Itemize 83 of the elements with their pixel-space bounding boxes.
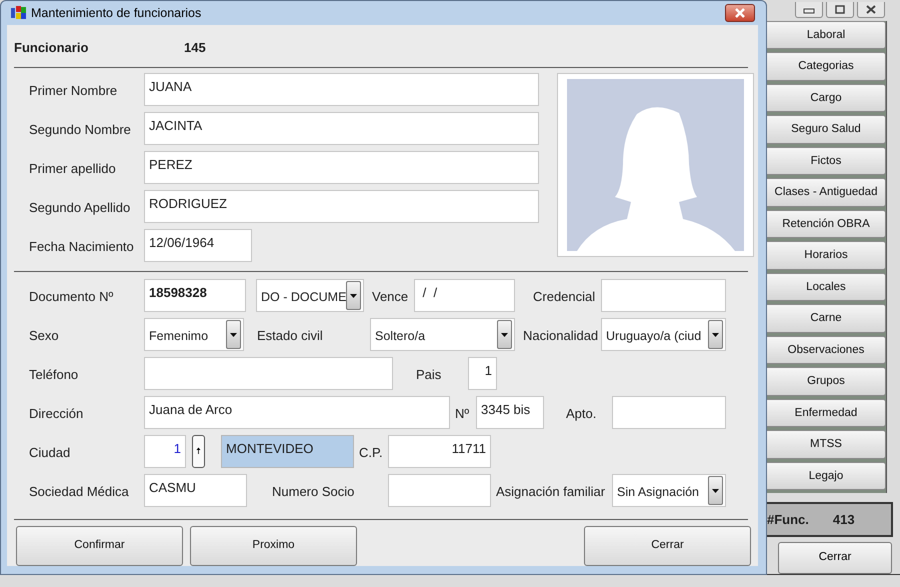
side-button[interactable]: Observaciones (767, 336, 886, 364)
field-label: Estado civil (257, 327, 324, 345)
text-field[interactable]: 11711 (388, 435, 491, 468)
field-label: Apto. (566, 405, 598, 423)
caret-icon (350, 294, 358, 298)
text-field[interactable]: Juana de Arco (144, 396, 450, 429)
lookup-button[interactable]: 🠅 (192, 435, 205, 468)
action-button[interactable]: Proximo (190, 526, 357, 566)
text-field[interactable] (601, 279, 726, 312)
text-field[interactable]: PEREZ (144, 151, 539, 184)
close-button[interactable]: Cerrar (778, 542, 892, 574)
side-button[interactable]: Cargo (767, 84, 886, 112)
text-field[interactable]: CASMU (144, 474, 247, 507)
text-field[interactable]: 1 (468, 357, 497, 390)
dropdown[interactable]: Soltero/a (370, 318, 515, 351)
field-label: Segundo Apellido (29, 199, 132, 217)
text-field[interactable] (144, 357, 393, 390)
maximize-button[interactable] (826, 2, 854, 18)
maximize-icon (834, 5, 846, 14)
counter-label: #Func. (767, 510, 809, 529)
caret-icon (230, 332, 237, 336)
side-button[interactable]: Clases - Antiguedad (767, 178, 886, 207)
employee-number: 145 (184, 39, 206, 58)
dropdown[interactable]: Uruguayo/a (ciud (601, 318, 726, 351)
text-field[interactable]: 1 (144, 435, 186, 468)
field-label: Teléfono (29, 366, 80, 384)
caret-icon (712, 488, 719, 492)
field-label: Primer Nombre (29, 82, 118, 100)
field-label: Credencial (533, 288, 596, 306)
app-icon (11, 6, 27, 20)
text-field[interactable]: 18598328 (144, 279, 246, 312)
field-label: Sociedad Médica (29, 483, 130, 501)
field-label: Nº (455, 405, 470, 423)
text-field[interactable]: / / (414, 279, 515, 312)
minimize-button[interactable] (795, 2, 823, 18)
close-icon (865, 5, 877, 14)
field-label: C.P. (359, 444, 384, 462)
caret-icon (712, 332, 719, 336)
caret-icon (501, 332, 508, 336)
dropdown[interactable]: DO - DOCUME (256, 279, 364, 312)
minimize-icon (803, 6, 815, 14)
field-label: Pais (416, 366, 442, 384)
side-button[interactable]: Carne (767, 304, 886, 333)
lookup-field[interactable]: MONTEVIDEO (221, 435, 354, 468)
side-button[interactable]: Seguro Salud (767, 115, 886, 144)
side-button[interactable]: Horarios (767, 241, 886, 270)
field-label: Documento Nº (29, 288, 114, 306)
dropdown[interactable]: Sin Asignación (612, 474, 726, 507)
text-field[interactable] (612, 396, 726, 429)
close-icon (734, 8, 746, 18)
side-button[interactable]: Retención OBRA (767, 210, 886, 238)
text-field[interactable]: RODRIGUEZ (144, 190, 539, 223)
side-button[interactable]: Grupos (767, 367, 886, 396)
field-label: Fecha Nacimiento (29, 238, 135, 256)
text-field[interactable]: 3345 bis (476, 396, 544, 429)
side-button[interactable]: Locales (767, 272, 886, 302)
side-button[interactable]: Fictos (767, 146, 886, 176)
text-field[interactable]: JUANA (144, 73, 539, 106)
field-label: Funcionario (14, 39, 90, 58)
side-button[interactable]: MTSS (767, 430, 886, 459)
field-label: Sexo (29, 327, 60, 345)
text-field[interactable] (388, 474, 491, 507)
window-title: Mantenimiento de funcionarios (31, 4, 202, 22)
field-label: Vence (372, 288, 410, 306)
side-button[interactable]: Categorias (767, 52, 886, 81)
counter-value: 413 (832, 510, 855, 529)
close-button[interactable]: Cerrar (584, 526, 751, 566)
close-button[interactable] (725, 4, 755, 22)
side-button[interactable]: Enfermedad (767, 398, 886, 428)
text-field[interactable]: JACINTA (144, 112, 539, 145)
field-label: Asignación familiar (496, 483, 606, 501)
side-button[interactable]: Legajo (767, 462, 886, 490)
field-label: Numero Socio (272, 483, 356, 501)
field-label: Nacionalidad (523, 327, 600, 345)
side-button[interactable]: Laboral (767, 20, 886, 50)
dropdown[interactable]: Femenimo (144, 318, 244, 351)
close-button[interactable] (857, 2, 885, 18)
field-label: Segundo Nombre (29, 121, 132, 139)
action-button[interactable]: Confirmar (16, 526, 183, 566)
field-label: Primer apellido (29, 160, 117, 178)
field-label: Ciudad (29, 444, 72, 462)
text-field[interactable]: 12/06/1964 (144, 229, 252, 262)
field-label: Dirección (29, 405, 84, 423)
